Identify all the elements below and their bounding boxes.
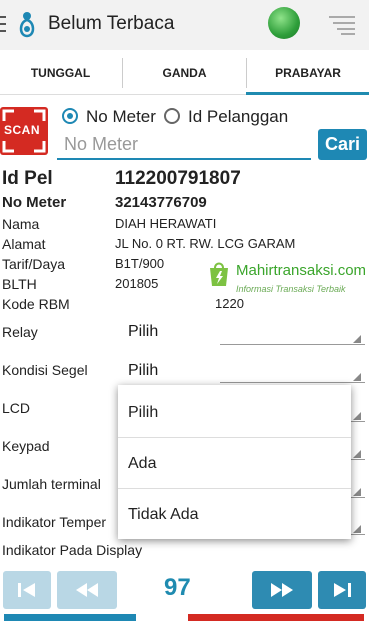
relay-label: Relay	[2, 324, 38, 340]
fast-forward-button[interactable]	[252, 571, 312, 609]
indikator-display-label: Indikator Pada Display	[2, 542, 143, 558]
blth-value: 201805	[115, 276, 159, 291]
dropdown-popup: Pilih Ada Tidak Ada	[118, 385, 351, 539]
progress-bar-red	[188, 614, 364, 621]
tarif-value: B1T/900	[115, 256, 165, 271]
dropdown-option-ada[interactable]: Ada	[118, 438, 351, 489]
tab-prabayar[interactable]: PRABAYAR	[247, 52, 369, 94]
radio-id-pelanggan-label: Id Pelanggan	[188, 107, 289, 126]
no-meter-value: 32143776709	[115, 194, 207, 211]
radio-no-meter-label: No Meter	[86, 107, 156, 126]
app-logo-icon	[19, 12, 35, 38]
nama-value: DIAH HERAWATI	[115, 216, 217, 231]
tarif-label: Tarif/Daya	[2, 256, 66, 272]
radio-id-pelanggan[interactable]	[164, 108, 180, 124]
keypad-label: Keypad	[2, 438, 50, 454]
hamburger-icon[interactable]	[0, 16, 6, 34]
tab-ganda[interactable]: GANDA	[123, 52, 246, 94]
alamat-label: Alamat	[2, 236, 46, 252]
relay-spinner[interactable]	[120, 335, 365, 345]
jumlah-terminal-label: Jumlah terminal	[2, 476, 101, 492]
tab-tunggal[interactable]: TUNGGAL	[0, 52, 121, 94]
last-icon	[334, 583, 351, 597]
blth-label: BLTH	[2, 276, 37, 292]
relay-spinner-value[interactable]: Pilih	[128, 323, 158, 341]
radio-no-meter[interactable]	[62, 108, 78, 124]
kondisi-segel-label: Kondisi Segel	[2, 362, 88, 378]
globe-icon[interactable]	[268, 7, 300, 39]
scan-button[interactable]: SCAN	[0, 107, 48, 155]
active-tab-indicator	[246, 92, 369, 95]
no-meter-label: No Meter	[2, 194, 67, 211]
dropdown-option-pilih[interactable]: Pilih	[118, 387, 351, 438]
progress-bar-blue	[4, 614, 136, 621]
tab-bar: TUNGGAL GANDA PRABAYAR	[0, 52, 369, 95]
indikator-temper-label: Indikator Temper	[2, 514, 107, 530]
search-input[interactable]: No Meter	[64, 134, 138, 155]
watermark-tagline: Informasi Transaksi Terbaik	[236, 284, 346, 294]
id-pel-label: Id Pel	[2, 168, 53, 189]
id-pel-value: 112200791807	[115, 168, 241, 189]
menu-lines-icon[interactable]	[325, 14, 357, 36]
search-button[interactable]: Cari	[318, 129, 367, 160]
watermark-logo	[210, 262, 228, 286]
app-title: Belum Terbaca	[48, 13, 175, 34]
last-button[interactable]	[318, 571, 366, 609]
kode-rbm-value: 1220	[215, 296, 244, 311]
kondisi-segel-spinner-value[interactable]: Pilih	[128, 362, 158, 376]
page-number: 97	[164, 574, 191, 601]
rewind-button[interactable]	[57, 571, 117, 609]
search-input-underline	[57, 158, 311, 160]
dropdown-option-tidak-ada[interactable]: Tidak Ada	[118, 489, 351, 540]
first-button[interactable]	[3, 571, 51, 609]
alamat-value: JL No. 0 RT. RW. LCG GARAM	[115, 236, 296, 251]
kondisi-segel-spinner[interactable]	[120, 373, 365, 383]
kode-rbm-label: Kode RBM	[2, 296, 70, 312]
scan-label: SCAN	[4, 123, 41, 137]
first-icon	[18, 583, 35, 597]
nama-label: Nama	[2, 216, 40, 232]
fast-forward-icon	[271, 583, 293, 597]
watermark-name: Mahirtransaksi.com	[236, 262, 367, 279]
lcd-label: LCD	[2, 400, 31, 416]
rewind-icon	[76, 583, 98, 597]
